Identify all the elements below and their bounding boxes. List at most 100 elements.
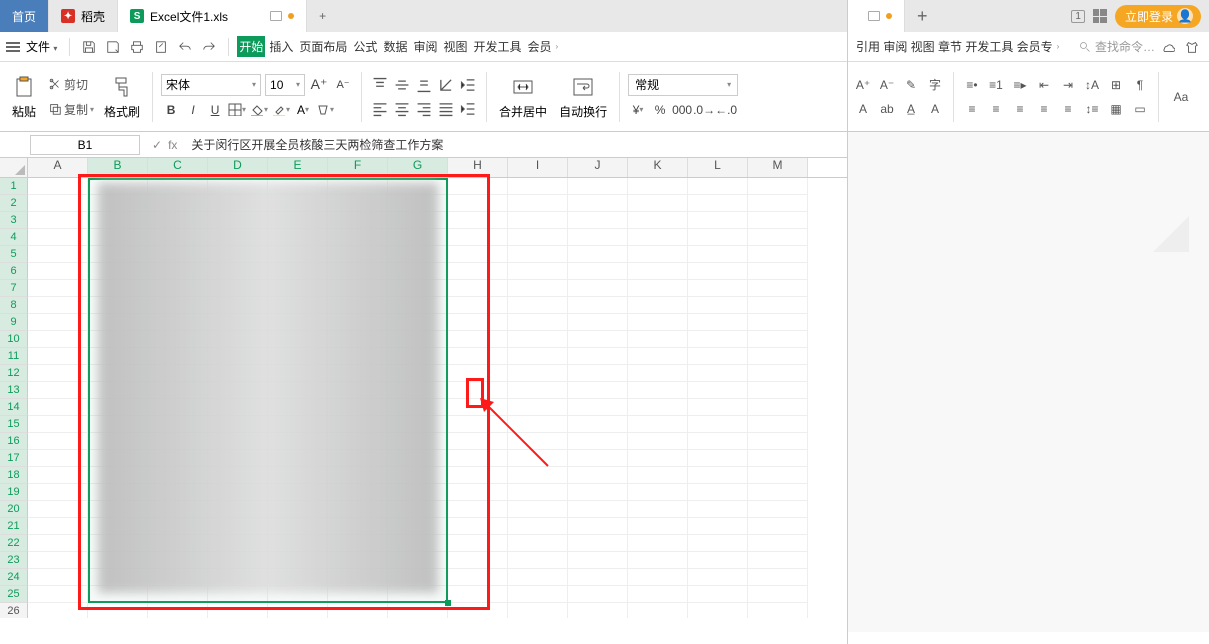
col-I[interactable]: I: [508, 158, 568, 177]
shading-icon[interactable]: ▦: [1105, 98, 1127, 120]
badge-count-2[interactable]: 1: [1071, 10, 1085, 23]
align-center-icon[interactable]: [392, 99, 412, 119]
select-all-corner[interactable]: [0, 158, 28, 177]
font-color-2[interactable]: A: [852, 98, 874, 120]
cut-button[interactable]: 剪切: [46, 74, 96, 95]
align-right-2[interactable]: ≡: [1009, 98, 1031, 120]
ribbon-tabs-2[interactable]: 引用 审阅 视图 章节 开发工具 会员专: [854, 38, 1055, 55]
align-middle-icon[interactable]: [392, 75, 412, 95]
ribbon-tab-dev[interactable]: 开发工具: [471, 38, 523, 55]
row-6[interactable]: 6: [0, 263, 28, 280]
row-2[interactable]: 2: [0, 195, 28, 212]
align-justify-2[interactable]: ≡: [1033, 98, 1055, 120]
row-10[interactable]: 10: [0, 331, 28, 348]
indent-dec-icon[interactable]: [458, 75, 478, 95]
new-tab-button-2[interactable]: +: [905, 0, 940, 32]
grow-font-icon[interactable]: A⁺: [309, 75, 329, 95]
ribbon-tab-start[interactable]: 开始: [237, 36, 265, 57]
sort-icon[interactable]: ↕A: [1081, 74, 1103, 96]
grow-font-icon-2[interactable]: A⁺: [852, 74, 874, 96]
presentation-mode-icon[interactable]: [868, 11, 880, 21]
file-menu[interactable]: 文件 ▾: [22, 38, 61, 55]
dec-decimal-icon[interactable]: ←.0: [716, 100, 736, 120]
percent-icon[interactable]: %: [650, 100, 670, 120]
row-13[interactable]: 13: [0, 382, 28, 399]
save-as-icon[interactable]: [102, 36, 124, 58]
ribbon-tab-view[interactable]: 视图: [441, 38, 469, 55]
tab-daoke[interactable]: ✦ 稻壳: [49, 0, 118, 32]
number-format-select[interactable]: 常规▾: [628, 74, 738, 96]
row-5[interactable]: 5: [0, 246, 28, 263]
bold-button[interactable]: B: [161, 100, 181, 120]
ribbon-tab-insert[interactable]: 插入: [267, 38, 295, 55]
underline-button[interactable]: U: [205, 100, 225, 120]
row-17[interactable]: 17: [0, 450, 28, 467]
copy-button[interactable]: 复制▾: [46, 99, 96, 120]
row-18[interactable]: 18: [0, 467, 28, 484]
ribbon-tab-layout[interactable]: 页面布局: [297, 38, 349, 55]
fx-icon[interactable]: fx: [168, 138, 177, 152]
row-20[interactable]: 20: [0, 501, 28, 518]
border-icon-2[interactable]: A: [924, 98, 946, 120]
cancel-edit-icon[interactable]: ✓: [152, 138, 162, 152]
multilevel-icon[interactable]: ≡▸: [1009, 74, 1031, 96]
align-left-icon[interactable]: [370, 99, 390, 119]
tabs-icon[interactable]: ⊞: [1105, 74, 1127, 96]
phonetic-icon[interactable]: 字: [924, 74, 946, 96]
row-11[interactable]: 11: [0, 348, 28, 365]
col-L[interactable]: L: [688, 158, 748, 177]
highlight-2[interactable]: ab: [876, 98, 898, 120]
inc-decimal-icon[interactable]: .0→: [694, 100, 714, 120]
align-left-2[interactable]: ≡: [961, 98, 983, 120]
save-icon[interactable]: [78, 36, 100, 58]
row-15[interactable]: 15: [0, 416, 28, 433]
row-12[interactable]: 12: [0, 365, 28, 382]
presentation-mode-icon[interactable]: [270, 11, 282, 21]
format-painter-icon[interactable]: [108, 73, 136, 101]
show-marks-icon[interactable]: ¶: [1129, 74, 1151, 96]
row-19[interactable]: 19: [0, 484, 28, 501]
col-M[interactable]: M: [748, 158, 808, 177]
inc-indent-2[interactable]: ⇥: [1057, 74, 1079, 96]
col-K[interactable]: K: [628, 158, 688, 177]
row-21[interactable]: 21: [0, 518, 28, 535]
font-color-button[interactable]: A▾: [293, 100, 313, 120]
row-23[interactable]: 23: [0, 552, 28, 569]
merge-cells-icon[interactable]: [509, 73, 537, 101]
highlight-button[interactable]: ▾: [271, 100, 291, 120]
row-22[interactable]: 22: [0, 535, 28, 552]
ribbon-tab-vip[interactable]: 会员: [526, 38, 554, 55]
row-16[interactable]: 16: [0, 433, 28, 450]
wrap-text-icon[interactable]: [569, 73, 597, 101]
clear-fmt-icon-2[interactable]: ✎: [900, 74, 922, 96]
print-preview-icon[interactable]: [150, 36, 172, 58]
redo-icon[interactable]: [198, 36, 220, 58]
shrink-font-icon-2[interactable]: A⁻: [876, 74, 898, 96]
orientation-icon[interactable]: [436, 75, 456, 95]
menu-search-2[interactable]: 查找命令…: [1079, 38, 1155, 55]
ribbon-tab-formula[interactable]: 公式: [351, 38, 379, 55]
new-tab-button[interactable]: +: [307, 0, 338, 32]
ribbon-tab-data[interactable]: 数据: [381, 38, 409, 55]
row-9[interactable]: 9: [0, 314, 28, 331]
skin-icon[interactable]: [1181, 36, 1203, 58]
paste-label[interactable]: 粘贴: [12, 103, 36, 120]
name-box[interactable]: B1: [30, 135, 140, 155]
row-7[interactable]: 7: [0, 280, 28, 297]
clear-format-button[interactable]: ▾: [315, 100, 335, 120]
apps-grid-icon-2[interactable]: [1093, 9, 1107, 23]
borders-icon-2[interactable]: ▭: [1129, 98, 1151, 120]
align-center-2[interactable]: ≡: [985, 98, 1007, 120]
comma-icon[interactable]: 000: [672, 100, 692, 120]
undo-icon[interactable]: [174, 36, 196, 58]
align-top-icon[interactable]: [370, 75, 390, 95]
doc-canvas[interactable]: [848, 132, 1209, 632]
align-justify-icon[interactable]: [436, 99, 456, 119]
merge-label[interactable]: 合并居中: [499, 103, 547, 120]
row-24[interactable]: 24: [0, 569, 28, 586]
fmtpaint-label[interactable]: 格式刷: [104, 103, 140, 120]
row-25[interactable]: 25: [0, 586, 28, 603]
italic-button[interactable]: I: [183, 100, 203, 120]
row-8[interactable]: 8: [0, 297, 28, 314]
fill-color-button[interactable]: ▾: [249, 100, 269, 120]
